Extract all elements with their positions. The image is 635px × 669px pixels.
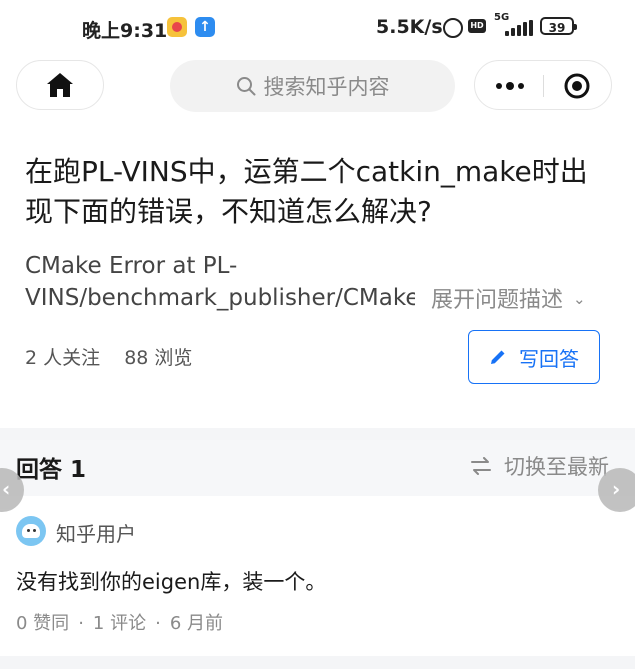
meta-separator: · (155, 613, 161, 634)
close-target-icon[interactable] (563, 72, 591, 100)
chevron-right-icon: › (612, 477, 621, 501)
author-name[interactable]: 知乎用户 (56, 518, 136, 547)
more-icon[interactable] (493, 71, 527, 101)
search-input[interactable]: 搜索知乎内容 (170, 60, 455, 112)
expand-description-link[interactable]: 展开问题描述 ⌄ (425, 282, 586, 314)
answers-label: 回答 (16, 457, 62, 483)
top-nav: 搜索知乎内容 (0, 56, 635, 118)
answer-time: 6 月前 (169, 613, 224, 634)
question-section: 在跑PL-VINS中，运第二个catkin_make时出现下面的错误，不知道怎么… (0, 140, 635, 428)
battery-indicator: 39 (540, 17, 577, 35)
hd-icon: HD (468, 19, 486, 33)
description-line-2: VINS/benchmark_publisher/CMake (25, 285, 415, 311)
followers-count: 2 人关注 (25, 347, 101, 369)
answer-card[interactable]: 知乎用户 没有找到你的eigen库，装一个。 0 赞同 · 1 评论 · 6 月前 (0, 496, 635, 656)
answer-content: 没有找到你的eigen库，装一个。 (16, 570, 327, 594)
answers-header: 回答 1 切换至最新 (0, 440, 635, 496)
search-icon (236, 77, 255, 96)
question-title: 在跑PL-VINS中，运第二个catkin_make时出现下面的错误，不知道怎么… (25, 155, 588, 228)
pencil-icon (491, 350, 505, 364)
answers-number: 1 (70, 457, 87, 483)
alarm-icon (443, 18, 463, 38)
search-placeholder: 搜索知乎内容 (263, 75, 390, 99)
status-time: 晚上9:31 (82, 20, 168, 42)
question-stats: 2 人关注 88 浏览 (25, 343, 192, 370)
write-answer-button[interactable]: 写回答 (468, 330, 600, 384)
mini-program-capsule (474, 60, 612, 110)
write-answer-label: 写回答 (519, 346, 579, 371)
sort-switch-label: 切换至最新 (504, 455, 609, 479)
comments-count: 1 评论 (92, 613, 147, 634)
status-bar: 晚上9:31 ↑ 5.5K/s HD 5G 39 (0, 0, 635, 56)
likes-count: 0 赞同 (16, 613, 70, 634)
chevron-left-icon: ‹ (2, 477, 11, 501)
answers-count: 回答 1 (16, 450, 86, 484)
avatar[interactable] (16, 516, 46, 546)
bottom-divider (0, 656, 635, 669)
signal-icon (505, 20, 535, 36)
chevron-down-icon: ⌄ (573, 290, 586, 308)
swap-icon (471, 457, 491, 475)
section-divider (0, 428, 635, 440)
app-notification-icon (167, 17, 187, 37)
meta-separator: · (78, 613, 84, 634)
home-button[interactable] (16, 60, 104, 110)
capsule-divider (543, 75, 544, 97)
description-line-1: CMake Error at PL- (25, 253, 238, 279)
next-button[interactable]: › (598, 468, 635, 512)
upload-notification-icon: ↑ (195, 17, 215, 37)
answer-meta: 0 赞同 · 1 评论 · 6 月前 (16, 609, 223, 635)
network-speed: 5.5K/s (376, 16, 443, 38)
views-count: 88 浏览 (124, 347, 193, 369)
home-icon (47, 73, 73, 97)
expand-label: 展开问题描述 (431, 288, 564, 313)
sort-switch-button[interactable]: 切换至最新 (470, 451, 609, 481)
question-page: 晚上9:31 ↑ 5.5K/s HD 5G 39 搜索知乎内容 在跑PL-VIN… (0, 0, 635, 669)
